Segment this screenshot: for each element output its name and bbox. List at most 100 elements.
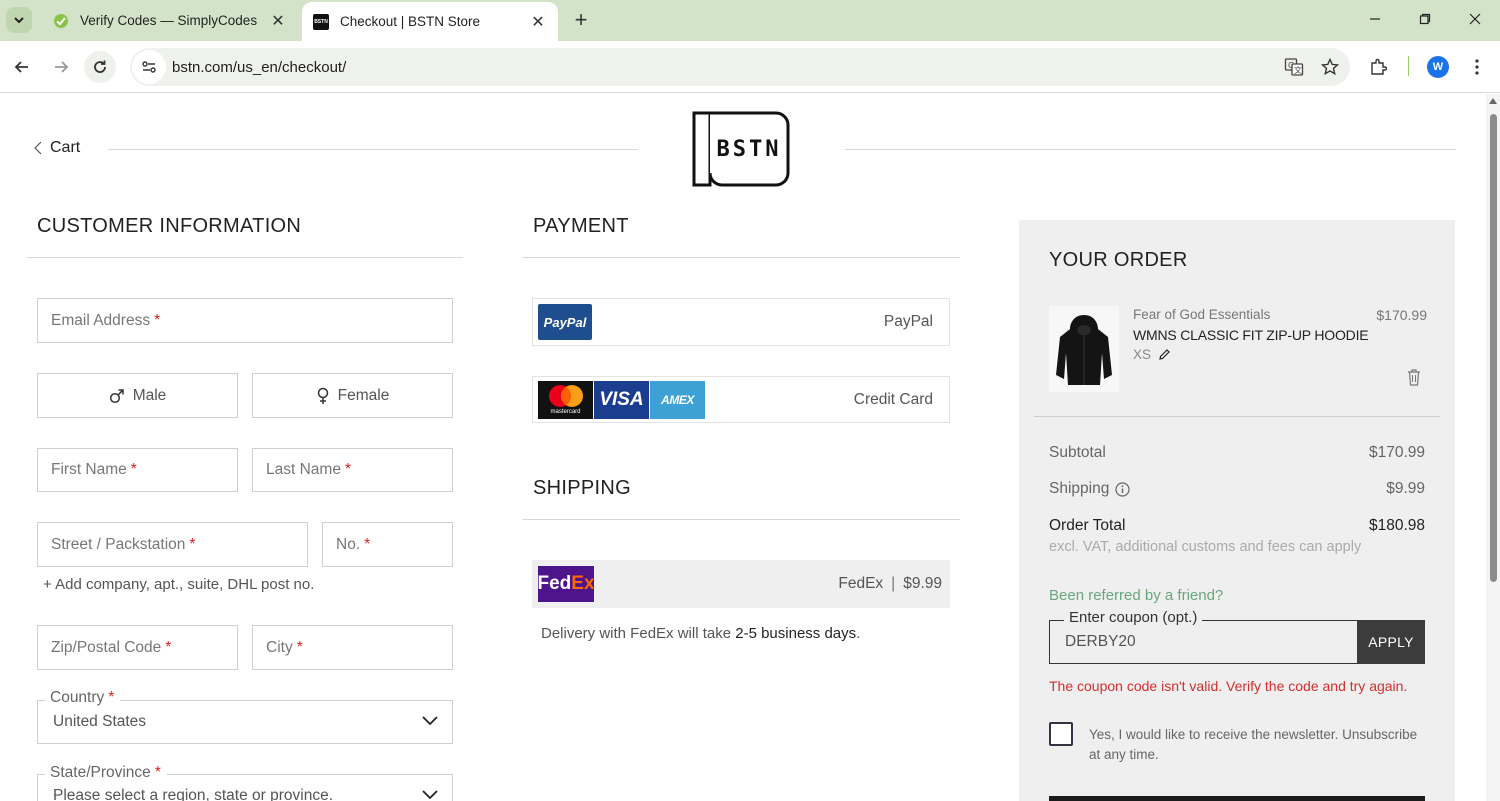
product-name[interactable]: WMNS CLASSIC FIT ZIP-UP HOODIE — [1133, 327, 1369, 343]
delivery-note-suffix: . — [856, 625, 861, 642]
puzzle-icon — [1371, 58, 1387, 75]
reload-button[interactable] — [84, 51, 116, 83]
street-field[interactable]: Street / Packstation * — [37, 522, 308, 567]
shipping-cost-value: $9.99 — [1386, 480, 1425, 497]
chevron-down-icon — [422, 716, 438, 726]
first-name-field[interactable]: First Name * — [37, 448, 238, 492]
close-tab-icon[interactable]: ✕ — [528, 12, 548, 32]
back-to-cart-link[interactable]: Cart — [34, 139, 80, 157]
delivery-note-days: 2-5 business days — [735, 625, 857, 642]
zip-code-field[interactable]: Zip/Postal Code * — [37, 625, 238, 670]
tab-search-button[interactable] — [6, 7, 32, 33]
tab-bstn-checkout[interactable]: BSTN Checkout | BSTN Store ✕ — [302, 2, 558, 41]
product-brand: Fear of God Essentials — [1133, 307, 1271, 322]
trash-icon[interactable] — [1407, 369, 1421, 386]
required-marker: * — [296, 638, 303, 656]
url-text[interactable]: bstn.com/us_en/checkout/ — [172, 59, 1278, 76]
paypal-logo: PayPal — [538, 304, 592, 340]
header-divider-left — [108, 149, 638, 150]
fedex-shipping-option[interactable]: Fed Ex FedEx | $9.99 — [532, 560, 950, 608]
city-field[interactable]: City * — [252, 625, 453, 670]
reload-icon — [94, 60, 106, 73]
new-tab-plus-icon[interactable]: + — [569, 7, 593, 32]
customer-divider — [27, 257, 463, 258]
browser-toolbar: bstn.com/us_en/checkout/ G文 W — [0, 41, 1500, 93]
email-field[interactable]: Email Address * — [37, 298, 453, 343]
country-label: Country — [50, 689, 105, 706]
more-vertical-icon — [1475, 59, 1479, 75]
place-order-button[interactable] — [1049, 796, 1425, 801]
state-label: State/Province — [50, 764, 151, 781]
add-company-link[interactable]: + Add company, apt., suite, DHL post no. — [43, 576, 314, 593]
browser-tab-bar: Verify Codes — SimplyCodes ✕ BSTN Checko… — [0, 0, 1500, 41]
back-to-cart-label: Cart — [50, 139, 81, 156]
shipping-title: SHIPPING — [533, 477, 631, 499]
credit-card-option[interactable]: mastercard VISA AMEX Credit Card — [532, 376, 950, 423]
checkout-page: Cart BSTN CUSTOMER INFORMATION Email Add… — [0, 94, 1486, 801]
coupon-input[interactable]: DERBY20 — [1049, 620, 1358, 664]
site-info-icon[interactable] — [132, 50, 166, 84]
subtotal-value: $170.99 — [1368, 444, 1425, 461]
female-symbol-icon — [317, 387, 328, 404]
forward-button[interactable] — [45, 51, 77, 83]
gender-male-button[interactable]: Male — [37, 373, 238, 418]
shipping-cost-row: Shipping $9.99 — [1049, 480, 1425, 498]
close-tab-icon[interactable]: ✕ — [268, 11, 288, 31]
bookmark-star-icon[interactable] — [1314, 51, 1346, 83]
required-marker: * — [364, 535, 371, 553]
country-value: United States — [53, 713, 147, 730]
profile-button[interactable]: W — [1422, 51, 1454, 83]
scrollbar-thumb[interactable] — [1490, 114, 1497, 582]
bstn-logo[interactable]: BSTN — [692, 109, 790, 189]
minimize-window-button[interactable] — [1350, 0, 1400, 38]
apply-coupon-button[interactable]: APPLY — [1357, 620, 1425, 664]
info-icon[interactable] — [1115, 481, 1130, 497]
newsletter-label[interactable]: Yes, I would like to receive the newslet… — [1089, 725, 1429, 765]
first-name-label: First Name — [51, 461, 127, 478]
city-label: City — [266, 638, 293, 656]
back-button[interactable] — [6, 51, 38, 83]
scroll-up-arrow-icon[interactable] — [1489, 98, 1497, 104]
country-label-wrap: Country * — [45, 689, 121, 707]
svg-text:文: 文 — [1294, 65, 1302, 75]
extensions-button[interactable] — [1362, 51, 1394, 83]
referral-link[interactable]: Been referred by a friend? — [1049, 587, 1223, 604]
credit-card-label: Credit Card — [853, 390, 933, 408]
minimize-icon — [1370, 18, 1380, 20]
divider-pipe: | — [891, 575, 896, 592]
subtotal-row: Subtotal $170.99 — [1049, 444, 1425, 462]
order-divider — [1034, 416, 1440, 417]
required-marker: * — [154, 311, 161, 329]
browser-menu-button[interactable] — [1461, 51, 1493, 83]
vat-note: excl. VAT, additional customs and fees c… — [1049, 539, 1362, 555]
gender-female-button[interactable]: Female — [252, 373, 453, 418]
newsletter-checkbox[interactable] — [1049, 722, 1073, 746]
address-bar[interactable]: bstn.com/us_en/checkout/ G文 — [130, 48, 1350, 86]
restore-window-button[interactable] — [1400, 0, 1450, 38]
close-icon — [1469, 13, 1481, 25]
bstn-favicon-icon: BSTN — [312, 13, 330, 31]
delivery-note: Delivery with FedEx will take 2-5 busine… — [541, 625, 860, 642]
order-total-value: $180.98 — [1368, 517, 1425, 534]
coupon-error-message: The coupon code isn't valid. Verify the … — [1049, 678, 1408, 694]
page-scrollbar[interactable] — [1486, 94, 1500, 801]
house-number-field[interactable]: No. * — [322, 522, 453, 567]
shipping-cost-label: Shipping — [1049, 480, 1110, 497]
fedex-logo-fed: Fed — [537, 573, 572, 594]
street-label: Street / Packstation — [51, 535, 186, 553]
translate-icon[interactable]: G文 — [1278, 51, 1310, 83]
shipping-divider — [522, 519, 960, 520]
payment-divider — [522, 257, 960, 258]
coupon-value: DERBY20 — [1065, 633, 1136, 650]
tab-simplycodes[interactable]: Verify Codes — SimplyCodes ✕ — [40, 0, 298, 41]
male-symbol-icon — [109, 388, 124, 403]
last-name-field[interactable]: Last Name * — [252, 448, 453, 492]
logo-text: BSTN — [717, 137, 782, 162]
card-logos: mastercard VISA AMEX — [538, 380, 705, 419]
product-image[interactable] — [1049, 306, 1119, 392]
gender-male-label: Male — [132, 386, 167, 404]
delivery-note-prefix: Delivery with FedEx will take — [541, 625, 736, 642]
close-window-button[interactable] — [1450, 0, 1500, 38]
paypal-option[interactable]: PayPal PayPal — [532, 298, 950, 346]
pencil-edit-icon[interactable] — [1159, 349, 1170, 360]
